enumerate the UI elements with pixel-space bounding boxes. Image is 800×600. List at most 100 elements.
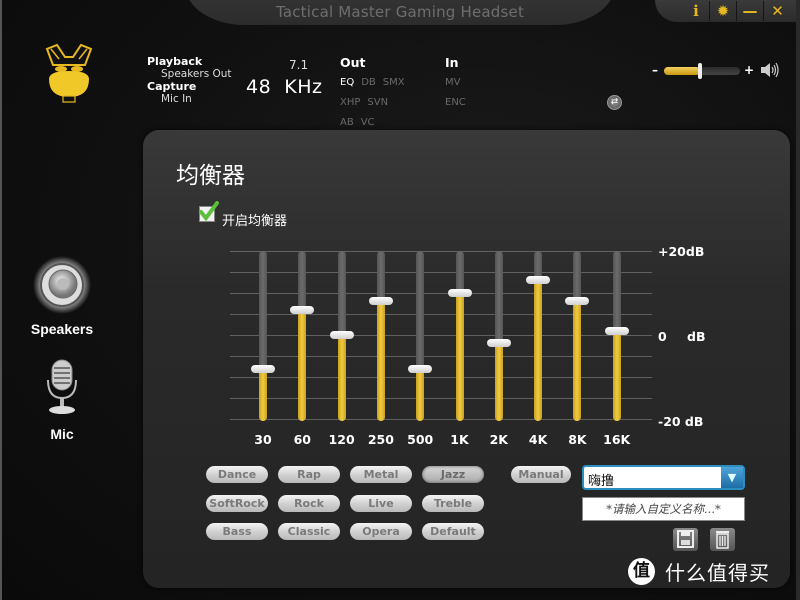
eq-band-label: 120 (328, 432, 355, 447)
eq-band-1k: 1K (447, 240, 472, 447)
eq-band-label: 60 (293, 432, 311, 447)
preset-classic[interactable]: Classic (278, 523, 340, 540)
eq-slider-fill (416, 368, 425, 421)
preset-dance[interactable]: Dance (206, 466, 268, 483)
watermark: 值 什么值得买 (628, 557, 770, 586)
enable-eq-checkbox[interactable] (199, 201, 219, 222)
eq-slider-fill (376, 301, 385, 421)
speaker-volume-icon[interactable] (760, 62, 780, 78)
db-label-top: +20dB (658, 244, 705, 259)
settings-button[interactable]: ✹ (710, 1, 737, 21)
out-tag-eq[interactable]: EQ (340, 76, 354, 90)
equalizer-chart: +20dB 0 dB -20 dB 30 60 120 250 500 1K 2K 4K 8K 1… (230, 240, 710, 450)
eq-slider-handle[interactable] (447, 289, 472, 297)
eq-slider-handle[interactable] (604, 326, 629, 335)
trash-icon (716, 531, 729, 549)
eq-slider-handle[interactable] (486, 339, 511, 348)
eq-band-label: 8K (568, 432, 587, 447)
close-icon: ✕ (771, 2, 784, 20)
speaker-icon (33, 256, 91, 314)
eq-slider-fill (612, 330, 621, 421)
window-controls: i ✹ — ✕ (655, 0, 800, 22)
eq-band-16k: 16K (603, 240, 630, 447)
capture-device: Mic In (161, 93, 192, 105)
preset-rap[interactable]: Rap (278, 466, 340, 483)
nav-mic[interactable]: Mic (22, 358, 102, 442)
save-preset-button[interactable] (673, 528, 698, 551)
eq-slider-handle[interactable] (290, 305, 315, 314)
eq-slider-fill (455, 293, 464, 421)
nav-speakers[interactable]: Speakers (22, 255, 102, 337)
custom-preset-value: 嗨撸 (588, 474, 615, 489)
volume-minus[interactable]: – (652, 63, 658, 77)
gear-icon: ✹ (716, 2, 730, 20)
in-tag-mv[interactable]: MV (445, 76, 460, 90)
eq-slider-handle[interactable] (565, 297, 590, 306)
info-button[interactable]: i (683, 1, 710, 21)
eq-band-250: 250 (368, 240, 394, 447)
info-icon: i (693, 2, 699, 20)
in-tag-enc[interactable]: ENC (445, 96, 466, 110)
eq-slider-fill (573, 301, 582, 421)
eq-band-label: 16K (603, 432, 631, 447)
out-tag-db[interactable]: DB (361, 76, 376, 90)
custom-preset-dropdown[interactable]: 嗨撸 ▼ (582, 465, 745, 490)
playback-device: Speakers Out (161, 68, 232, 80)
eq-slider-handle[interactable] (408, 364, 433, 373)
eq-slider-fill (534, 280, 543, 421)
preset-metal[interactable]: Metal (350, 466, 412, 483)
custom-name-input[interactable] (582, 497, 745, 521)
preset-jazz[interactable]: Jazz (422, 466, 484, 483)
eq-slider-handle[interactable] (329, 331, 354, 339)
preset-live[interactable]: Live (350, 494, 412, 512)
out-effects: Out EQ DB SMX XHP SVN AB VC (340, 55, 430, 130)
capture-label: Capture (147, 80, 197, 93)
preset-default[interactable]: Default (422, 523, 484, 540)
mascot-logo (45, 43, 93, 103)
minimize-icon: — (742, 2, 758, 20)
nav-mic-label: Mic (50, 426, 74, 442)
eq-slider-fill (259, 368, 267, 421)
db-label-mid-unit: dB (687, 329, 706, 344)
preset-rock[interactable]: Rock (278, 494, 340, 512)
eq-band-120: 120 (329, 240, 355, 447)
preset-bass[interactable]: Bass (206, 523, 268, 540)
manual-button[interactable]: Manual (511, 466, 571, 483)
eq-band-500: 500 (407, 240, 433, 447)
eq-band-8k: 8K (565, 240, 590, 447)
eq-slider-fill (337, 335, 346, 421)
volume-thumb[interactable] (697, 63, 702, 79)
eq-band-label: 500 (407, 432, 434, 447)
eq-slider-fill (298, 309, 307, 421)
nav-speakers-label: Speakers (30, 321, 94, 337)
in-title: In (445, 55, 459, 70)
eq-band-label: 4K (528, 432, 548, 447)
preset-softrock[interactable]: SoftRock (206, 494, 268, 512)
out-tag-svn[interactable]: SVN (367, 96, 388, 110)
chevron-down-icon[interactable]: ▼ (721, 467, 743, 488)
volume-slider[interactable] (664, 63, 740, 79)
enable-eq-label: 开启均衡器 (222, 214, 288, 229)
app-window: Tactical Master Gaming Headset i ✹ — ✕ P… (0, 0, 800, 600)
out-tag-xhp[interactable]: XHP (340, 96, 360, 110)
volume-fill (664, 67, 700, 75)
minimize-button[interactable]: — (737, 1, 764, 21)
out-tag-vc[interactable]: VC (361, 116, 375, 130)
delete-preset-button[interactable] (710, 528, 735, 551)
preset-opera[interactable]: Opera (350, 523, 412, 540)
checkmark-icon (199, 201, 219, 221)
volume-plus[interactable]: + (744, 63, 754, 77)
close-button[interactable]: ✕ (764, 1, 791, 21)
eq-band-2k: 2K (486, 240, 511, 447)
out-tag-smx[interactable]: SMX (383, 76, 405, 90)
db-label-bottom: -20 dB (658, 414, 704, 429)
eq-slider-handle[interactable] (251, 364, 275, 373)
in-effects: In MV ENC (445, 55, 505, 110)
eq-band-label: 250 (367, 432, 394, 447)
preset-treble[interactable]: Treble (422, 494, 484, 512)
out-tag-ab[interactable]: AB (340, 116, 354, 130)
swap-icon[interactable]: ⇄ (607, 95, 622, 110)
save-icon (677, 530, 694, 548)
eq-slider-handle[interactable] (368, 297, 393, 306)
eq-slider-handle[interactable] (526, 276, 551, 285)
